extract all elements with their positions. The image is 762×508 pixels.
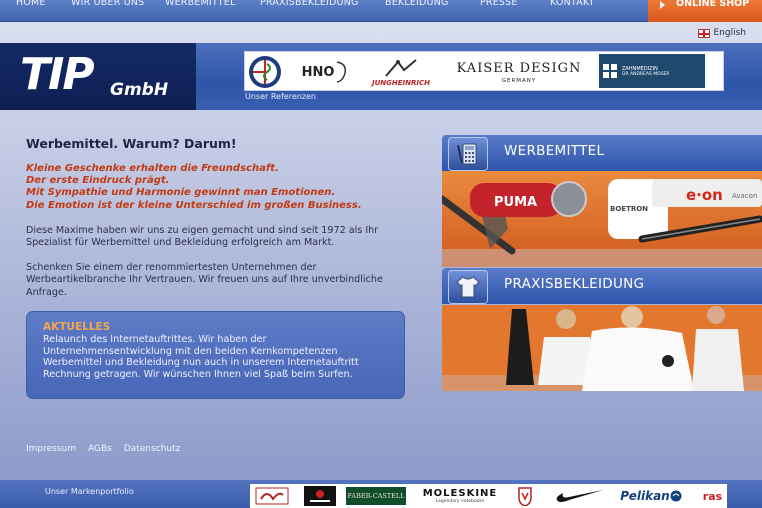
play-arrow-icon xyxy=(660,1,665,9)
jungheinrich-logo-text: JUNGHEINRICH xyxy=(372,78,430,87)
language-switch[interactable]: English xyxy=(697,28,747,38)
zahnmedizin-logo[interactable]: ZAHNMEDIZIN DR ANDREAS MOSER xyxy=(599,54,705,88)
slogan-line: Kleine Geschenke erhalten die Freundscha… xyxy=(26,163,279,174)
kaiser-design-logo[interactable]: KAISER DESIGN GERMANY xyxy=(445,52,593,92)
nav-praxisbekleidung[interactable]: PRAXISBEKLEIDUNG xyxy=(260,0,359,13)
ras-logo-text: ras xyxy=(702,489,723,503)
tshirt-icon xyxy=(448,270,488,304)
brand-logo-red-badge[interactable] xyxy=(254,484,290,508)
faber-castell-logo[interactable]: FABER-CASTELL xyxy=(346,487,406,505)
news-text: Relaunch des Internetauftrittes. Wir hab… xyxy=(43,334,359,380)
avacon-brand-text: Avacon xyxy=(732,192,757,200)
moleskine-logo-tagline: Legendary notebooks xyxy=(435,499,485,504)
praxis-panel-label: PRAXISBEKLEIDUNG xyxy=(504,276,645,292)
praxis-panel-header[interactable]: PRAXISBEKLEIDUNG xyxy=(442,268,762,304)
trust-paragraph: Schenken Sie einem der renommiertesten U… xyxy=(26,262,383,298)
nav-presse[interactable]: PRESSE xyxy=(480,0,518,13)
nav-wir-ueber-uns[interactable]: WIR ÜBER UNS xyxy=(71,0,144,13)
nav-werbemittel[interactable]: WERBEMITTEL xyxy=(165,0,235,13)
page-title: Werbemittel. Warum? Darum! xyxy=(26,136,237,151)
jungheinrich-logo[interactable]: JUNGHEINRICH xyxy=(361,52,441,92)
moleskine-logo[interactable]: MOLESKINE Legendary notebooks xyxy=(416,484,504,508)
moleskine-logo-text: MOLESKINE xyxy=(422,488,498,499)
pelikan-logo-text: Pelikan xyxy=(620,489,670,503)
reference-logos-strip: HNO JUNGHEINRICH KAISER DESIGN GERMANY Z… xyxy=(244,51,724,91)
slogan-line: Der erste Eindruck prägt. xyxy=(26,175,170,187)
logo-suffix: GmbH xyxy=(110,80,169,100)
hno-logo-text: HNO xyxy=(301,64,335,80)
agbs-link[interactable]: AGBs xyxy=(88,444,112,454)
news-box: AKTUELLES Relaunch des Internetauftritte… xyxy=(26,311,405,399)
references-caption: Unser Referenzen xyxy=(245,92,317,101)
logo-text: TIP xyxy=(20,49,95,100)
puma-brand-text: PUMA xyxy=(494,195,537,210)
brand-logos-strip: FABER-CASTELL MOLESKINE Legendary notebo… xyxy=(250,484,727,508)
slogan-line: Mit Sympathie und Harmonie gewinnt man E… xyxy=(26,187,336,199)
eon-brand-text: e·on xyxy=(686,186,723,204)
online-shop-label: ONLINE SHOP xyxy=(676,0,750,9)
brand-logo-crest[interactable] xyxy=(512,484,538,508)
intro-paragraph: Diese Maxime haben wir uns zu eigen gema… xyxy=(26,225,379,249)
nav-home[interactable]: HOME xyxy=(16,0,46,13)
praxis-image[interactable] xyxy=(442,305,762,391)
alfa-romeo-logo[interactable] xyxy=(247,52,283,92)
ras-logo[interactable]: ras xyxy=(698,484,727,508)
nav-kontakt[interactable]: KONTAKT xyxy=(550,0,595,13)
faber-castell-logo-text: FABER-CASTELL xyxy=(347,492,405,500)
werbemittel-panel-header[interactable]: WERBEMITTEL xyxy=(442,135,762,171)
brands-caption: Unser Markenportfolio xyxy=(45,487,134,496)
pelikan-logo[interactable]: Pelikan xyxy=(616,484,686,508)
kaiser-design-logo-text: KAISER DESIGN xyxy=(456,60,582,76)
zahnmedizin-logo-name: DR ANDREAS MOSER xyxy=(622,71,670,77)
calculator-icon xyxy=(448,137,488,171)
boetron-brand-text: BOETRON xyxy=(610,205,648,213)
werbemittel-image[interactable]: PUMA BOETRON e·on Avacon xyxy=(442,171,762,267)
online-shop-button[interactable]: ONLINE SHOP xyxy=(648,0,762,22)
brand-logo-black-badge[interactable] xyxy=(300,484,340,508)
slogan-line: Die Emotion ist der kleine Unterschied i… xyxy=(26,199,362,211)
language-label: English xyxy=(713,28,747,38)
nav-bekleidung[interactable]: BEKLEIDUNG xyxy=(385,0,449,13)
werbemittel-panel-label: WERBEMITTEL xyxy=(504,143,605,159)
footer-links: Impressum AGBs Datenschutz xyxy=(26,444,180,454)
datenschutz-link[interactable]: Datenschutz xyxy=(124,444,181,454)
slogan-block: Kleine Geschenke erhalten die Freundscha… xyxy=(26,163,426,212)
uk-flag-icon xyxy=(697,28,710,38)
kaiser-design-country: GERMANY xyxy=(501,77,537,84)
swoosh-logo[interactable] xyxy=(550,484,610,508)
impressum-link[interactable]: Impressum xyxy=(26,444,76,454)
news-title: AKTUELLES xyxy=(43,321,111,333)
hno-logo[interactable]: HNO xyxy=(295,52,355,92)
